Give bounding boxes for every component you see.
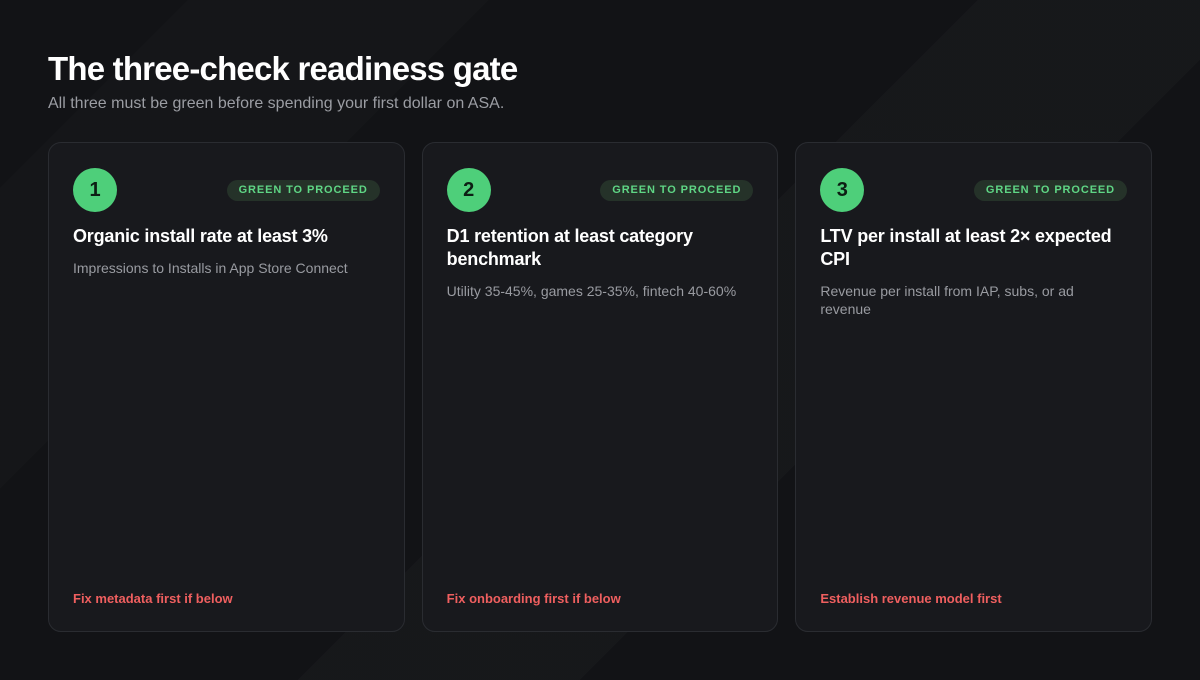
check-title: LTV per install at least 2× expected CPI <box>820 226 1112 269</box>
step-number-badge: 3 <box>820 168 865 212</box>
card-header: 1 GREEN TO PROCEED <box>73 168 380 212</box>
page-title: The three-check readiness gate <box>48 50 518 87</box>
checks-list: 1 GREEN TO PROCEED Organic install rate … <box>48 142 1153 632</box>
check-warning: Fix metadata first if below <box>73 591 233 606</box>
step-number-badge: 2 <box>446 168 491 212</box>
status-badge: GREEN TO PROCEED <box>226 179 380 201</box>
check-description: Utility 35-45%, games 25-35%, fintech 40… <box>446 283 737 299</box>
page-header: The three-check readiness gate All three… <box>48 50 1152 114</box>
card-header: 3 GREEN TO PROCEED <box>820 168 1128 212</box>
check-title: Organic install rate at least 3% <box>73 226 328 246</box>
check-card-2: 2 GREEN TO PROCEED D1 retention at least… <box>421 142 779 632</box>
status-badge: GREEN TO PROCEED <box>973 179 1128 201</box>
check-description: Impressions to Installs in App Store Con… <box>73 260 348 276</box>
check-warning: Establish revenue model first <box>820 591 1002 606</box>
card-header: 2 GREEN TO PROCEED <box>446 168 754 212</box>
status-badge: GREEN TO PROCEED <box>600 179 754 201</box>
check-card-3: 3 GREEN TO PROCEED LTV per install at le… <box>795 142 1153 632</box>
step-number-badge: 1 <box>73 168 117 212</box>
check-description: Revenue per install from IAP, subs, or a… <box>820 283 1074 317</box>
page-subtitle: All three must be green before spending … <box>48 95 505 112</box>
check-card-1: 1 GREEN TO PROCEED Organic install rate … <box>48 142 405 632</box>
check-title: D1 retention at least category benchmark <box>446 226 693 269</box>
check-warning: Fix onboarding first if below <box>446 591 621 606</box>
